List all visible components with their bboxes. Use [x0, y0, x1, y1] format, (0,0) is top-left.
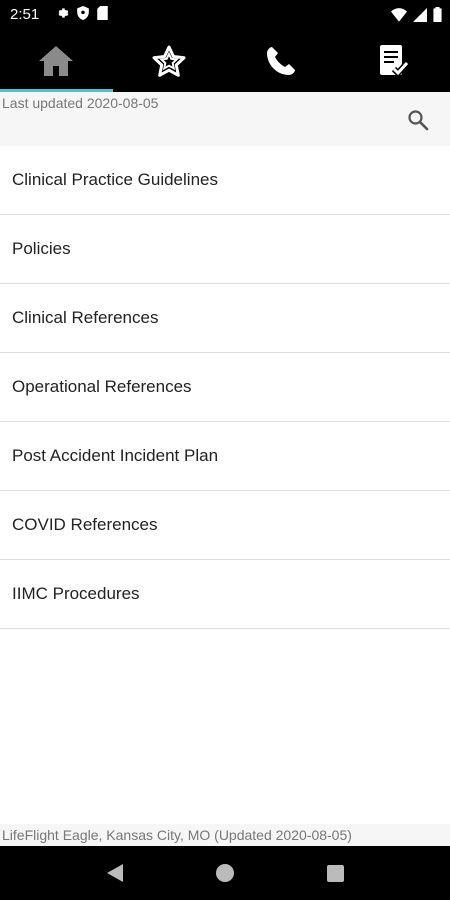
back-icon	[107, 864, 123, 882]
settings-icon	[58, 8, 69, 18]
status-icons-left	[55, 6, 108, 20]
header-strip: Last updated 2020-08-05	[0, 92, 450, 146]
footer-text: LifeFlight Eagle, Kansas City, MO (Updat…	[0, 824, 450, 846]
list-item-label: Clinical Practice Guidelines	[12, 170, 218, 189]
recents-icon	[326, 864, 344, 882]
list-item-covid-references[interactable]: COVID References	[0, 491, 450, 560]
list-item-clinical-practice-guidelines[interactable]: Clinical Practice Guidelines	[0, 146, 450, 215]
home-button[interactable]	[205, 853, 245, 893]
list-item-label: COVID References	[12, 515, 158, 534]
home-icon	[39, 46, 74, 76]
status-bar: 2:51	[0, 0, 450, 30]
status-icons-right	[391, 7, 442, 22]
shield-icon	[77, 6, 89, 20]
home-circle-icon	[216, 864, 234, 882]
checklist-icon	[379, 45, 409, 78]
list-item-label: Clinical References	[12, 308, 159, 327]
list-item-iimc-procedures[interactable]: IIMC Procedures	[0, 560, 450, 629]
tab-home[interactable]	[0, 30, 113, 92]
list-item-label: IIMC Procedures	[12, 584, 140, 603]
list-item-clinical-references[interactable]: Clinical References	[0, 284, 450, 353]
battery-icon	[433, 7, 442, 22]
list-item-policies[interactable]: Policies	[0, 215, 450, 284]
list-item-post-accident-incident-plan[interactable]: Post Accident Incident Plan	[0, 422, 450, 491]
list-item-label: Operational References	[12, 377, 192, 396]
list-item-operational-references[interactable]: Operational References	[0, 353, 450, 422]
search-icon	[408, 110, 429, 131]
back-button[interactable]	[95, 853, 135, 893]
last-updated-text: Last updated 2020-08-05	[2, 95, 159, 111]
android-nav-bar	[0, 846, 450, 900]
tab-checklist[interactable]	[338, 30, 450, 92]
category-list: Clinical Practice Guidelines Policies Cl…	[0, 146, 450, 629]
sd-card-icon	[97, 6, 108, 20]
recents-button[interactable]	[315, 853, 355, 893]
phone-icon	[267, 47, 296, 75]
list-item-label: Policies	[12, 239, 71, 258]
tab-phone[interactable]	[225, 30, 338, 92]
star-icon	[152, 45, 186, 77]
search-button[interactable]	[406, 108, 430, 132]
wifi-icon	[391, 7, 407, 22]
signal-icon	[413, 7, 427, 22]
list-item-label: Post Accident Incident Plan	[12, 446, 219, 465]
tab-favorites[interactable]	[113, 30, 226, 92]
top-nav	[0, 30, 450, 92]
status-time: 2:51	[10, 6, 40, 23]
